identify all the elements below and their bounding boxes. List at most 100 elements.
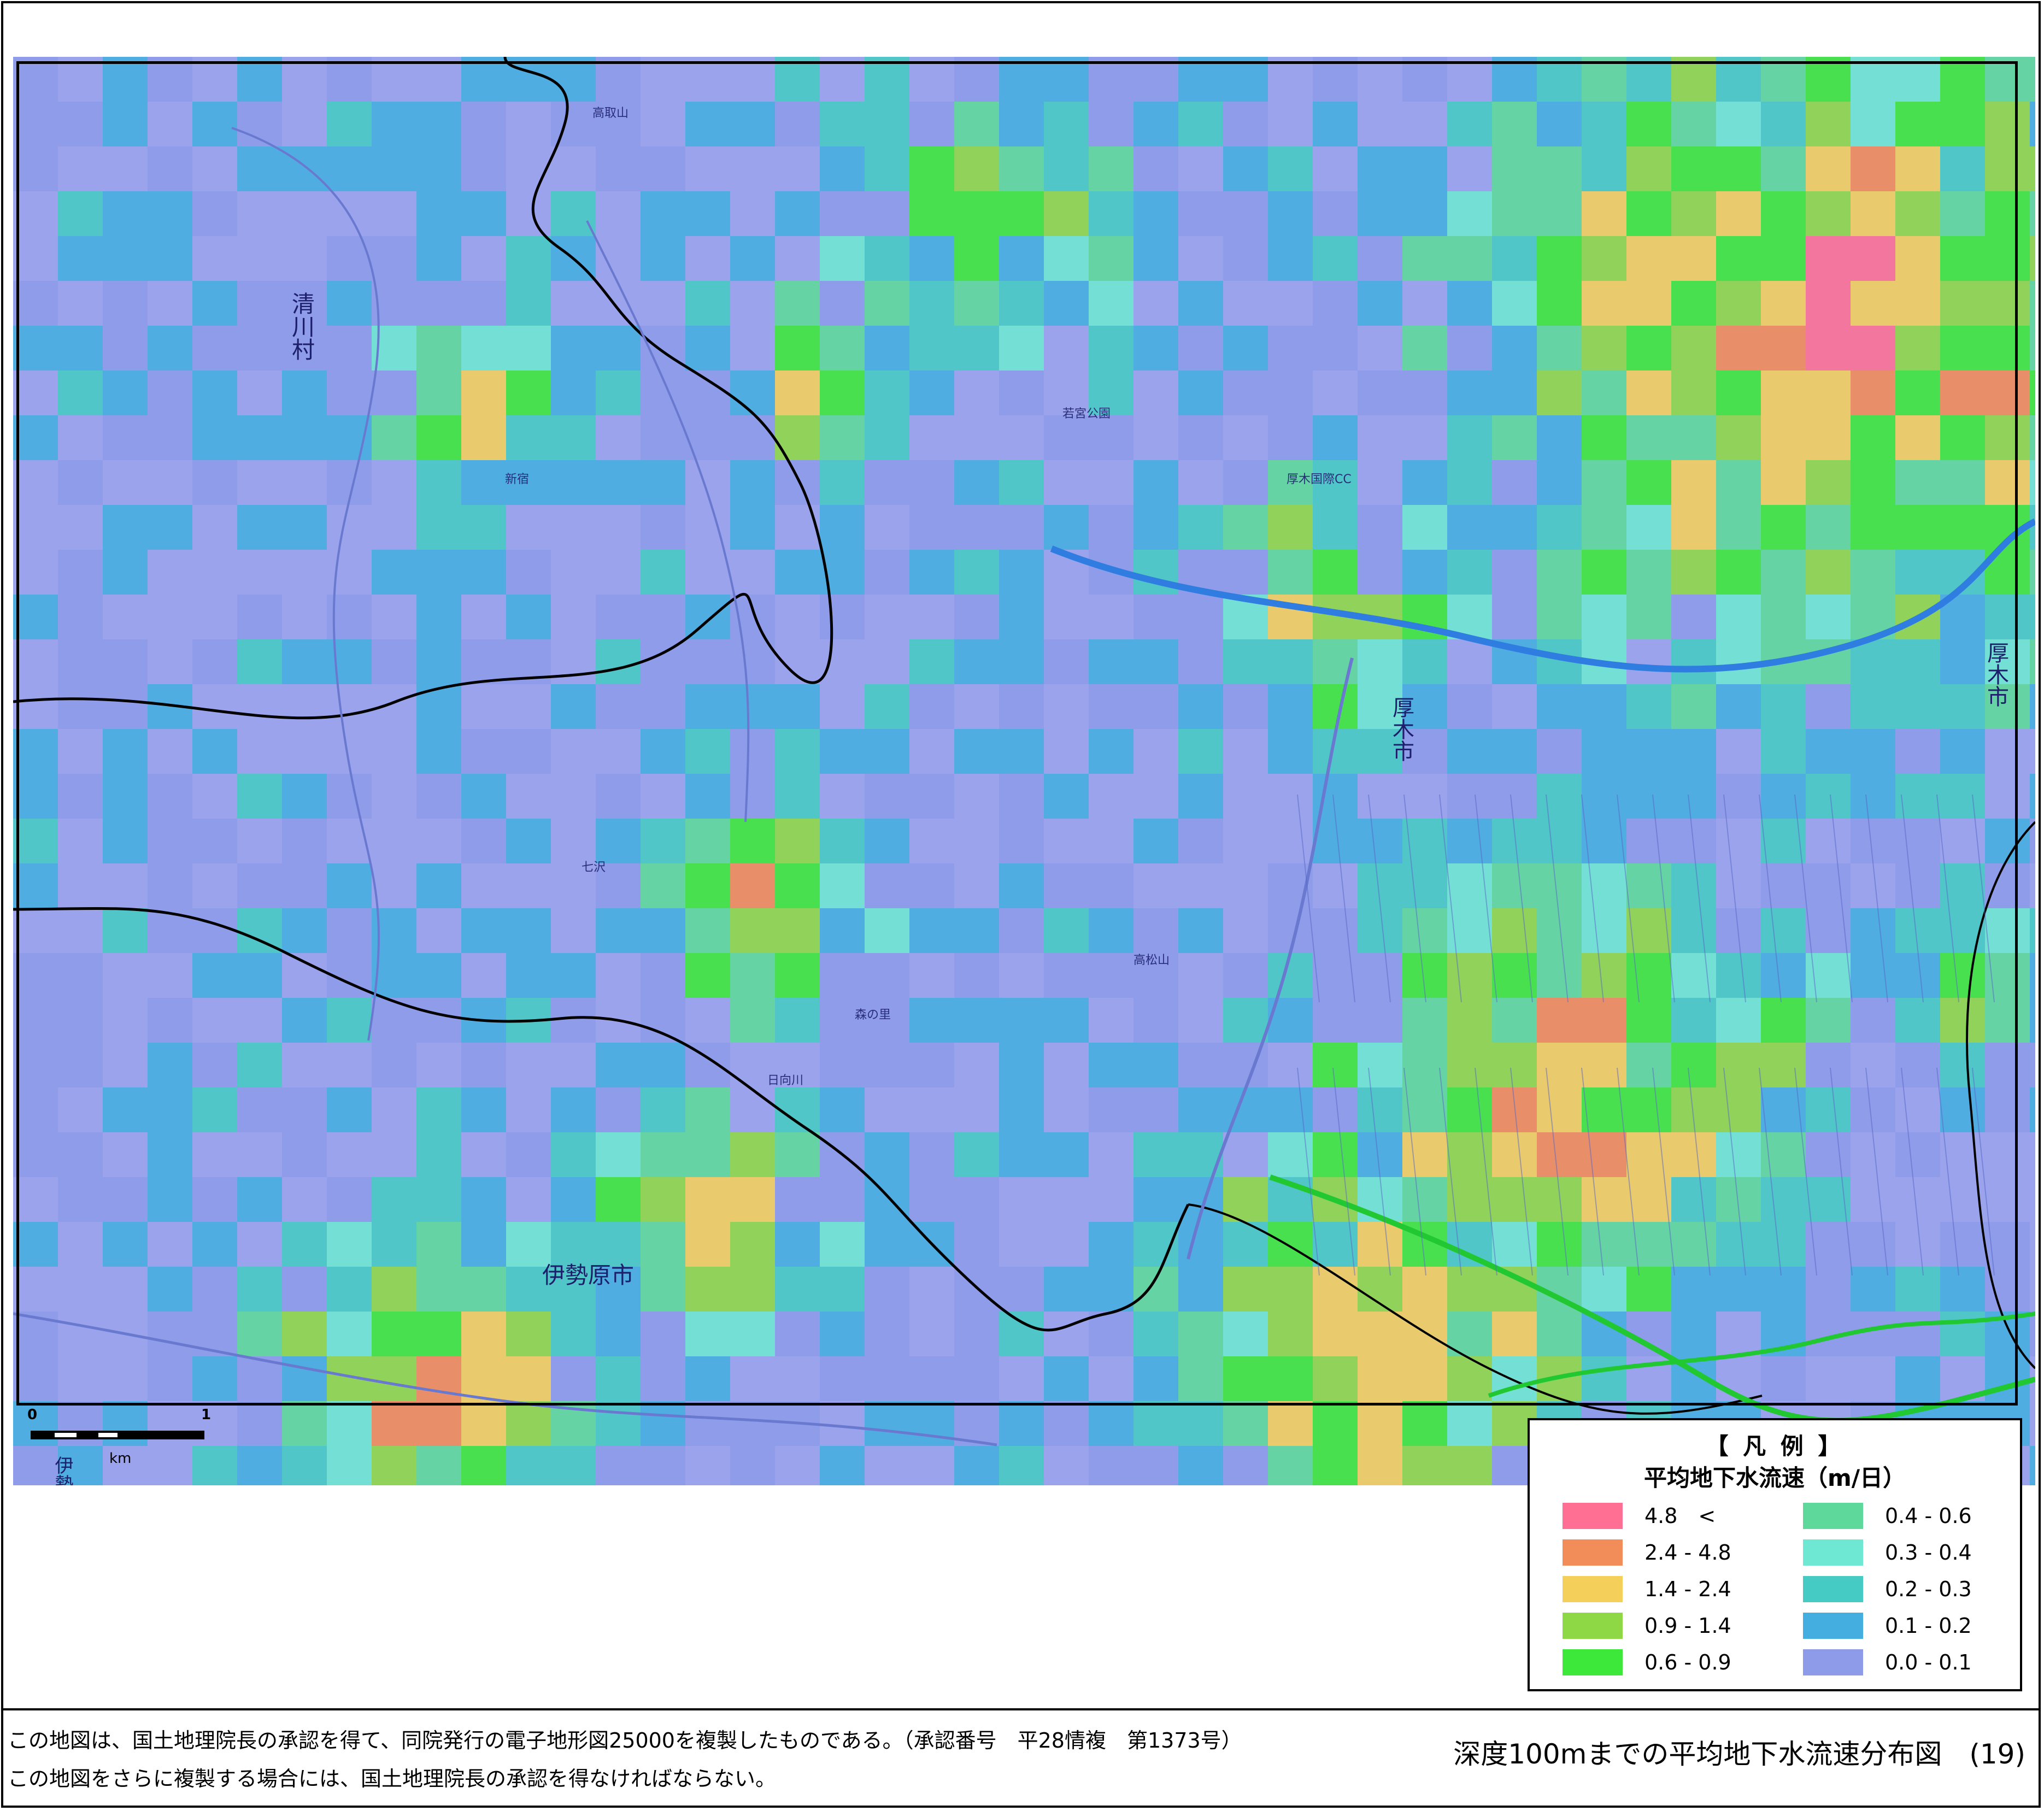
velocity-cell bbox=[1761, 1222, 1806, 1267]
velocity-cell bbox=[416, 1267, 461, 1312]
velocity-cell bbox=[237, 326, 282, 371]
velocity-cell bbox=[103, 57, 148, 102]
velocity-cell bbox=[461, 1222, 506, 1267]
velocity-cell bbox=[237, 1043, 282, 1087]
velocity-cell bbox=[13, 998, 58, 1043]
velocity-cell bbox=[730, 819, 775, 863]
velocity-cell bbox=[1940, 1222, 1985, 1267]
velocity-cell bbox=[1313, 326, 1358, 371]
velocity-cell bbox=[641, 415, 685, 460]
velocity-cell bbox=[1671, 146, 1716, 191]
velocity-cell bbox=[1985, 146, 2030, 191]
velocity-cell bbox=[1851, 281, 1895, 326]
velocity-cell bbox=[327, 326, 372, 371]
velocity-cell bbox=[1671, 819, 1716, 863]
velocity-cell bbox=[1044, 57, 1089, 102]
velocity-cell bbox=[1223, 236, 1268, 281]
velocity-cell bbox=[237, 863, 282, 908]
velocity-cell bbox=[1761, 460, 1806, 505]
velocity-cell bbox=[1492, 326, 1537, 371]
velocity-cell bbox=[416, 639, 461, 684]
velocity-cell bbox=[416, 774, 461, 819]
velocity-cell bbox=[820, 595, 865, 639]
velocity-cell bbox=[1895, 102, 1940, 146]
velocity-cell bbox=[1537, 729, 1582, 774]
velocity-cell bbox=[103, 729, 148, 774]
velocity-cell bbox=[1492, 998, 1537, 1043]
legend-item: 2.4 - 4.8 bbox=[1563, 1536, 1770, 1568]
velocity-cell bbox=[865, 57, 909, 102]
velocity-cell bbox=[1133, 998, 1178, 1043]
velocity-cell bbox=[999, 639, 1044, 684]
footer-divider bbox=[1, 1708, 2041, 1710]
velocity-cell bbox=[551, 415, 596, 460]
velocity-cell bbox=[1447, 1401, 1492, 1446]
velocity-cell bbox=[596, 57, 641, 102]
velocity-cell bbox=[2030, 774, 2035, 819]
velocity-cell bbox=[103, 908, 148, 953]
velocity-cell bbox=[1582, 236, 1626, 281]
velocity-cell bbox=[1761, 819, 1806, 863]
velocity-cell bbox=[685, 1356, 730, 1401]
velocity-cell bbox=[730, 863, 775, 908]
velocity-cell bbox=[1492, 819, 1537, 863]
velocity-cell bbox=[192, 1043, 237, 1087]
velocity-cell bbox=[1582, 774, 1626, 819]
velocity-cell bbox=[1626, 371, 1671, 415]
velocity-cell bbox=[1895, 953, 1940, 998]
velocity-cell bbox=[1940, 191, 1985, 236]
velocity-cell bbox=[1133, 326, 1178, 371]
velocity-cell bbox=[1358, 1312, 1402, 1356]
velocity-cell bbox=[1716, 415, 1761, 460]
velocity-cell bbox=[775, 191, 820, 236]
velocity-cell bbox=[775, 1267, 820, 1312]
velocity-cell bbox=[192, 1087, 237, 1132]
velocity-cell bbox=[1402, 1401, 1447, 1446]
velocity-cell bbox=[1089, 729, 1133, 774]
velocity-cell bbox=[1806, 550, 1851, 595]
velocity-cell bbox=[372, 146, 416, 191]
velocity-cell bbox=[1806, 505, 1851, 550]
velocity-cell bbox=[1537, 146, 1582, 191]
velocity-cell bbox=[1358, 639, 1402, 684]
velocity-cell bbox=[1268, 371, 1313, 415]
velocity-cell bbox=[416, 1132, 461, 1177]
velocity-cell bbox=[461, 1401, 506, 1446]
velocity-cell bbox=[1447, 1267, 1492, 1312]
velocity-cell bbox=[13, 57, 58, 102]
velocity-cell bbox=[1178, 729, 1223, 774]
velocity-cell bbox=[641, 326, 685, 371]
velocity-cell bbox=[999, 595, 1044, 639]
velocity-cell bbox=[1223, 57, 1268, 102]
velocity-cell bbox=[282, 1356, 327, 1401]
velocity-cell bbox=[909, 191, 954, 236]
velocity-cell bbox=[1895, 371, 1940, 415]
velocity-cell bbox=[282, 1267, 327, 1312]
legend-swatch bbox=[1563, 1576, 1623, 1602]
velocity-cell bbox=[327, 1401, 372, 1446]
velocity-cell bbox=[865, 146, 909, 191]
velocity-cell bbox=[1940, 146, 1985, 191]
velocity-cell bbox=[1178, 57, 1223, 102]
velocity-cell bbox=[730, 371, 775, 415]
velocity-cell bbox=[327, 863, 372, 908]
velocity-cell bbox=[192, 1222, 237, 1267]
velocity-cell bbox=[865, 908, 909, 953]
velocity-cell bbox=[416, 550, 461, 595]
velocity-cell bbox=[1626, 863, 1671, 908]
velocity-cell bbox=[1223, 1401, 1268, 1446]
velocity-cell bbox=[1268, 146, 1313, 191]
velocity-cell bbox=[1537, 415, 1582, 460]
velocity-cell bbox=[1133, 57, 1178, 102]
velocity-cell bbox=[1895, 729, 1940, 774]
velocity-cell bbox=[730, 1446, 775, 1485]
velocity-cell bbox=[1851, 371, 1895, 415]
velocity-cell bbox=[865, 191, 909, 236]
velocity-cell bbox=[730, 953, 775, 998]
velocity-cell bbox=[1492, 1132, 1537, 1177]
velocity-cell bbox=[506, 57, 551, 102]
velocity-cell bbox=[596, 1043, 641, 1087]
velocity-cell bbox=[1851, 146, 1895, 191]
velocity-cell bbox=[1178, 1043, 1223, 1087]
velocity-cell bbox=[372, 1312, 416, 1356]
